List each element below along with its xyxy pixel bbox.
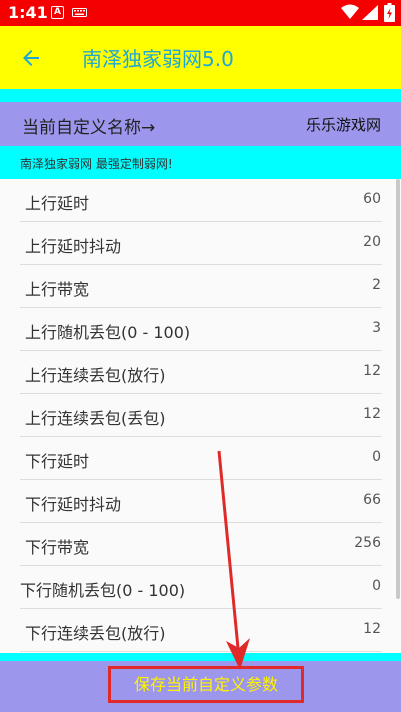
- setting-label: 下行带宽: [25, 538, 90, 557]
- setting-label: 上行随机丢包(0 - 100): [25, 323, 191, 342]
- setting-row-uplink-delay[interactable]: 上行延时 60: [20, 179, 382, 222]
- setting-value: 3: [372, 320, 381, 336]
- setting-label: 上行延时抖动: [25, 237, 122, 256]
- setting-value: 2: [372, 277, 381, 293]
- setting-value: 0: [372, 449, 381, 465]
- page-title: 南泽独家弱网5.0: [82, 47, 234, 71]
- list-scrollbar[interactable]: [396, 179, 400, 599]
- setting-row-uplink-random-loss[interactable]: 上行随机丢包(0 - 100) 3: [20, 308, 382, 351]
- setting-row-downlink-jitter[interactable]: 下行延时抖动 66: [20, 480, 382, 523]
- setting-label: 下行随机丢包(0 - 100): [20, 581, 186, 600]
- setting-row-uplink-burst-drop[interactable]: 上行连续丢包(丢包) 12: [20, 394, 382, 437]
- setting-value: 0: [372, 578, 381, 594]
- wifi-icon: [341, 4, 359, 19]
- custom-name-value: 乐乐游戏网: [305, 116, 381, 134]
- setting-row-uplink-jitter[interactable]: 上行延时抖动 20: [20, 222, 382, 265]
- setting-value: 20: [363, 234, 381, 250]
- custom-name-row[interactable]: 当前自定义名称→ 乐乐游戏网: [0, 102, 401, 146]
- setting-row-downlink-delay[interactable]: 下行延时 0: [20, 437, 382, 480]
- slogan-banner: 南泽独家弱网 最强定制弱网!: [0, 146, 401, 179]
- bottom-bar: 保存当前自定义参数: [0, 661, 401, 712]
- setting-row-downlink-bandwidth[interactable]: 下行带宽 256: [20, 523, 382, 566]
- battery-icon: [384, 3, 395, 22]
- slogan-text: 南泽独家弱网 最强定制弱网!: [20, 157, 173, 171]
- setting-row-downlink-burst-pass[interactable]: 下行连续丢包(放行) 12: [20, 609, 382, 652]
- custom-name-label: 当前自定义名称→: [22, 118, 156, 138]
- setting-value: 12: [363, 363, 381, 379]
- keyboard-icon: [72, 8, 87, 17]
- save-params-button[interactable]: 保存当前自定义参数: [108, 666, 304, 703]
- notification-a-icon: A: [51, 6, 64, 19]
- setting-value: 12: [363, 406, 381, 422]
- setting-value: 66: [363, 492, 381, 508]
- setting-row-uplink-bandwidth[interactable]: 上行带宽 2: [20, 265, 382, 308]
- setting-label: 下行延时抖动: [25, 495, 122, 514]
- setting-value: 12: [363, 621, 381, 637]
- setting-label: 上行延时: [25, 194, 90, 213]
- app-toolbar: 南泽独家弱网5.0: [0, 26, 401, 89]
- setting-row-downlink-random-loss[interactable]: 下行随机丢包(0 - 100) 0: [20, 566, 382, 609]
- settings-list[interactable]: 上行延时 60 上行延时抖动 20 上行带宽 2 上行随机丢包(0 - 100)…: [0, 179, 401, 653]
- status-bar: 1:41 A: [0, 0, 401, 26]
- setting-row-uplink-burst-pass[interactable]: 上行连续丢包(放行) 12: [20, 351, 382, 394]
- setting-label: 下行延时: [25, 452, 90, 471]
- setting-label: 下行连续丢包(放行): [25, 624, 166, 643]
- status-time: 1:41: [8, 3, 48, 22]
- divider-strip: [0, 89, 401, 102]
- back-arrow-icon[interactable]: [19, 46, 43, 70]
- setting-label: 上行连续丢包(丢包): [25, 409, 166, 428]
- setting-value: 256: [354, 535, 381, 551]
- setting-label: 上行连续丢包(放行): [25, 366, 166, 385]
- setting-value: 60: [363, 191, 381, 207]
- divider-strip: [0, 653, 401, 661]
- signal-icon: [362, 5, 378, 20]
- setting-label: 上行带宽: [25, 280, 90, 299]
